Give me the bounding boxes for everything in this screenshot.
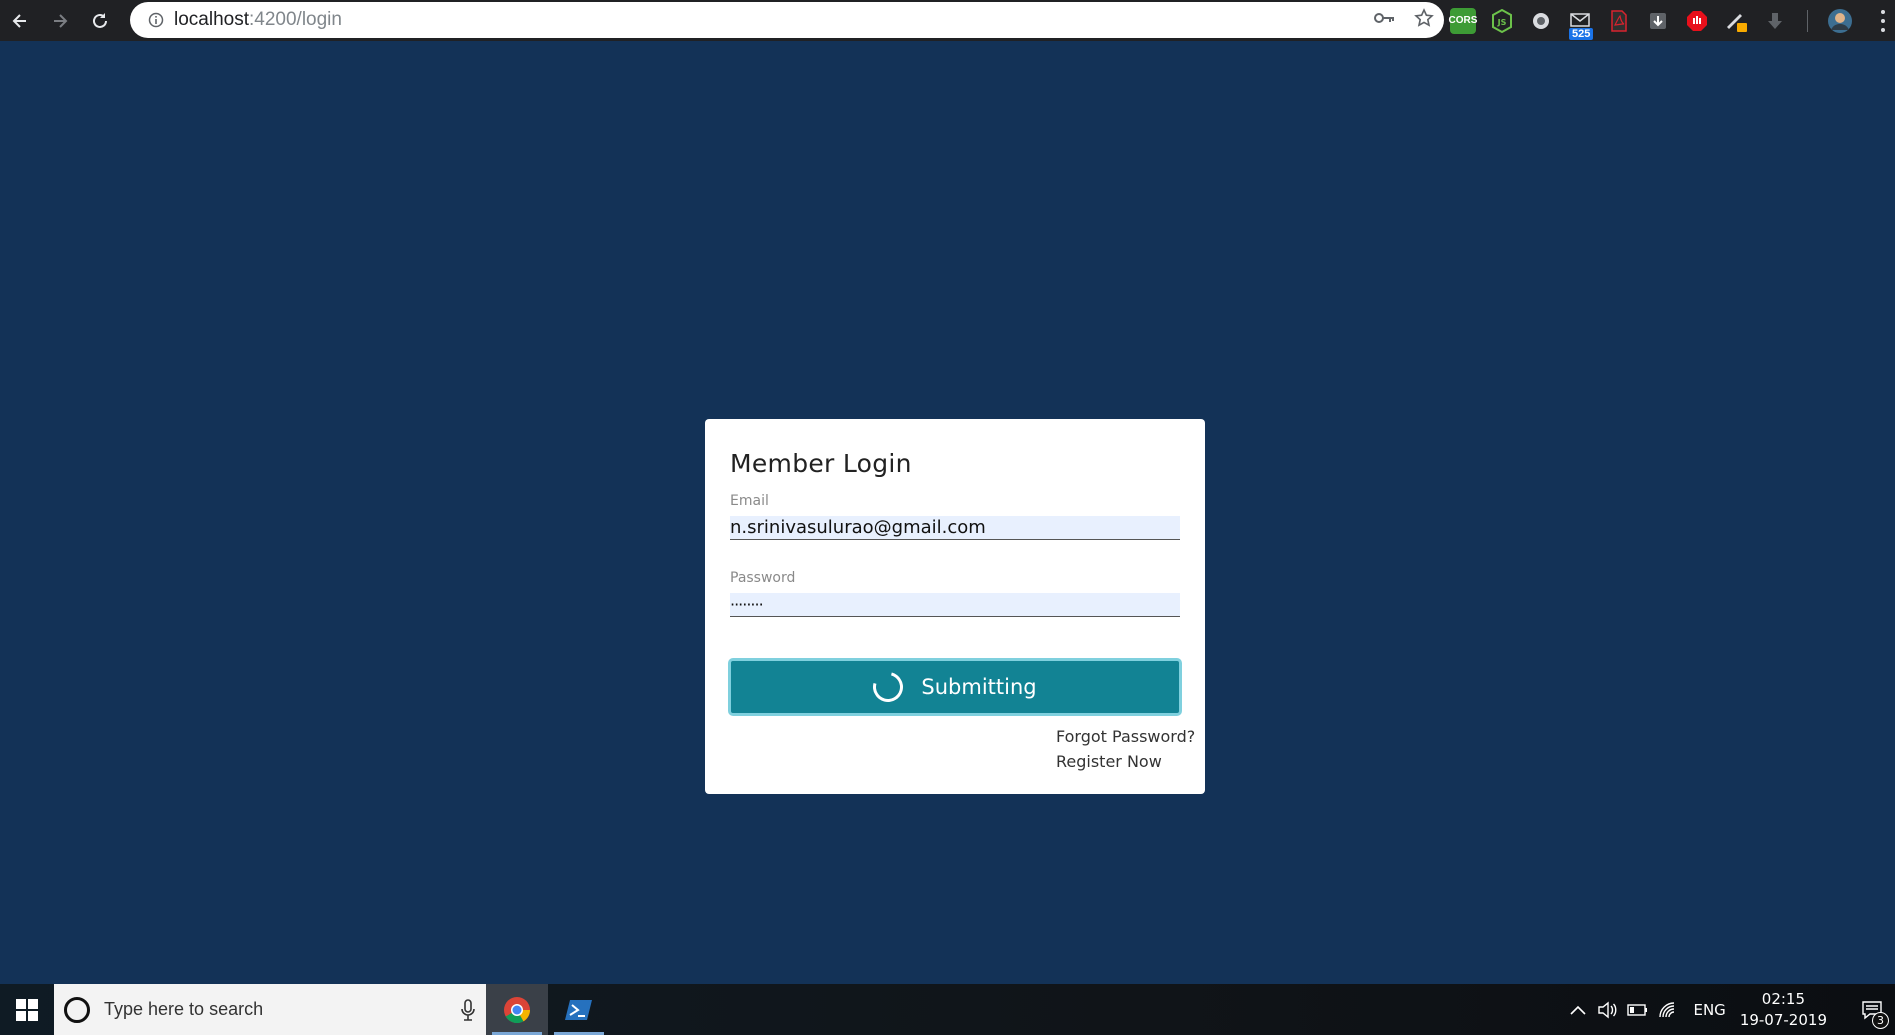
browser-menu-icon[interactable] (1875, 8, 1891, 34)
url-host: localhost (174, 9, 249, 30)
cors-extension-label: CORS (1448, 15, 1478, 26)
mail-extension-icon[interactable]: 525 (1567, 8, 1594, 40)
address-bar[interactable]: localhost:4200/login (130, 2, 1444, 38)
battery-icon[interactable] (1623, 1003, 1653, 1017)
register-link[interactable]: Register Now (1056, 752, 1162, 771)
mail-badge: 525 (1569, 27, 1594, 40)
url-text[interactable]: localhost:4200/login (174, 9, 342, 31)
password-field[interactable]: ········ (730, 593, 1180, 617)
volume-icon[interactable] (1593, 1001, 1623, 1019)
url-path: :4200/login (249, 9, 342, 30)
microphone-icon[interactable] (450, 998, 486, 1021)
taskbar-chrome[interactable] (486, 984, 548, 1035)
input-language[interactable]: ENG (1693, 1001, 1725, 1019)
taskbar-search-placeholder: Type here to search (104, 999, 264, 1019)
nodejs-extension-icon[interactable]: JS (1489, 8, 1515, 34)
download-arrow-extension-icon[interactable] (1762, 8, 1788, 34)
site-info-icon[interactable] (138, 12, 174, 28)
windows-taskbar: Type here to search ENG 02:15 19-07-2019 (0, 984, 1895, 1035)
clock-date: 19-07-2019 (1739, 1010, 1827, 1029)
clock-time: 02:15 (1761, 989, 1806, 1008)
back-arrow-icon (12, 13, 26, 28)
reload-button[interactable] (80, 0, 120, 41)
loading-spinner-icon (867, 666, 909, 708)
extensions-bar: CORS JS 525 (1448, 0, 1853, 41)
pdf-extension-icon[interactable] (1606, 8, 1632, 34)
reload-icon (93, 12, 107, 28)
login-card: Member Login Email n.srinivasulurao@gmai… (705, 419, 1205, 794)
browser-toolbar: localhost:4200/login CORS JS 525 (0, 0, 1895, 41)
notification-count-badge: 3 (1872, 1012, 1889, 1029)
forward-arrow-icon (54, 13, 68, 28)
bookmark-star-icon[interactable] (1414, 7, 1434, 33)
back-button[interactable] (0, 0, 40, 41)
submit-button[interactable]: Submitting (728, 658, 1182, 716)
key-icon[interactable] (1374, 11, 1396, 30)
profile-avatar[interactable] (1827, 8, 1853, 34)
cors-extension-icon[interactable]: CORS (1448, 7, 1478, 34)
download-extension-icon[interactable] (1645, 8, 1671, 34)
action-center-button[interactable]: 3 (1849, 984, 1895, 1035)
chrome-icon (504, 996, 531, 1023)
email-label: Email (730, 493, 769, 509)
forward-button[interactable] (40, 0, 80, 41)
page-title: Member Login (730, 449, 912, 478)
system-clock[interactable]: 02:15 19-07-2019 (1740, 989, 1827, 1031)
windows-logo-icon (16, 998, 38, 1021)
start-button[interactable] (0, 984, 54, 1035)
cortana-icon (64, 996, 90, 1023)
toolbar-divider (1807, 9, 1808, 32)
system-tray: ENG 02:15 19-07-2019 3 (1563, 984, 1895, 1035)
email-field[interactable]: n.srinivasulurao@gmail.com (730, 516, 1180, 540)
password-label: Password (730, 570, 796, 586)
powershell-icon (565, 999, 592, 1020)
forgot-password-link[interactable]: Forgot Password? (1056, 727, 1195, 746)
wifi-icon[interactable] (1653, 1001, 1683, 1019)
submit-button-label: Submitting (921, 675, 1037, 699)
circle-extension-icon[interactable] (1528, 8, 1554, 34)
taskbar-search[interactable]: Type here to search (54, 984, 486, 1035)
adblock-extension-icon[interactable] (1684, 8, 1710, 34)
svg-text:JS: JS (1497, 18, 1507, 27)
show-hidden-icons-chevron-icon[interactable] (1563, 1005, 1593, 1015)
taskbar-powershell[interactable] (548, 984, 610, 1035)
pen-extension-icon[interactable] (1723, 8, 1749, 34)
